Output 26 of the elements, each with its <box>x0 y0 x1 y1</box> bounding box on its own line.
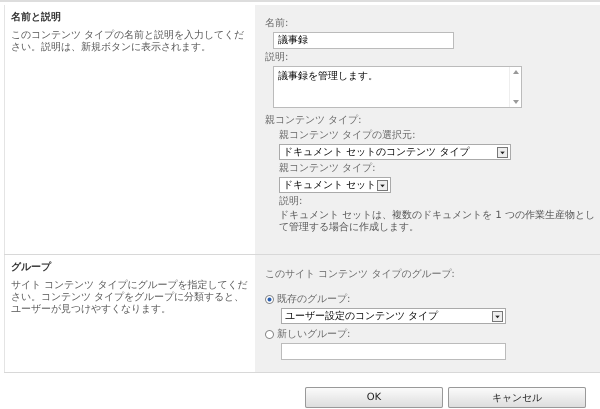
ok-button[interactable]: OK <box>305 387 443 408</box>
radio-label: 既存のグループ: <box>277 293 350 306</box>
parent-type-description: ドキュメント セットは、複数のドキュメントを 1 つの作業生産物として管理する場合に作成します。 <box>279 210 596 234</box>
field-label: 親コンテンツ タイプの選択元: <box>279 129 417 142</box>
radio-button[interactable] <box>265 295 274 304</box>
section-title: 名前と説明 <box>11 10 62 24</box>
field-label: 説明: <box>265 51 290 64</box>
new-group-field[interactable] <box>281 343 506 360</box>
group-dropdown[interactable]: ユーザー設定のコンテンツ タイプ <box>281 308 506 324</box>
description-field[interactable]: 議事録を管理します。 <box>273 66 522 108</box>
section-description: サイト コンテンツ タイプにグループを指定してください。コンテンツ タイプをグループに分類すると、ユーザーが見つけやすくなります。 <box>11 280 248 316</box>
radio-button[interactable] <box>265 330 274 339</box>
field-label: 説明: <box>279 195 304 208</box>
field-label: このサイト コンテンツ タイプのグループ: <box>265 268 456 281</box>
section-title: グループ <box>11 260 52 274</box>
source-dropdown[interactable]: ドキュメント セットのコンテンツ タイプ <box>279 144 511 160</box>
field-label: 親コンテンツ タイプ: <box>279 162 377 175</box>
cancel-button[interactable]: キャンセル <box>448 387 586 408</box>
scroll-down-icon[interactable] <box>512 100 518 104</box>
parent-type-dropdown[interactable]: ドキュメント セット <box>279 177 391 193</box>
scroll-up-icon[interactable] <box>512 70 518 74</box>
radio-label: 新しいグループ: <box>277 328 350 341</box>
section-description: このコンテンツ タイプの名前と説明を入力してください。説明は、新規ボタンに表示されます。 <box>11 30 246 54</box>
name-field[interactable]: 議事録 <box>273 32 454 49</box>
field-label: 親コンテンツ タイプ: <box>265 114 363 127</box>
field-label: 名前: <box>265 17 290 30</box>
